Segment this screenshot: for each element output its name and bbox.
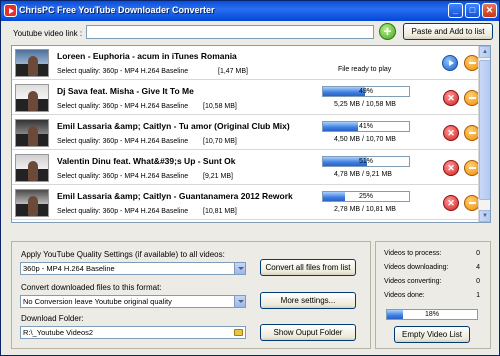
progress-percent: 25% — [358, 193, 373, 200]
video-row[interactable]: Valentin Dinu feat. What&#39;s Up - Sunt… — [12, 151, 480, 185]
done-label: Videos done: — [384, 292, 425, 299]
convert-all-button[interactable]: Convert all files from list — [260, 259, 356, 276]
progress-sizes: 4,78 MB / 9,21 MB — [334, 171, 392, 178]
download-folder-value: R:\_Youtube Videos2 — [23, 328, 94, 337]
scroll-down-arrow-icon[interactable]: ▼ — [479, 210, 490, 222]
video-quality-select[interactable]: Select quality: 360p - MP4 H.264 Baselin… — [57, 68, 188, 75]
video-thumbnail — [15, 84, 49, 112]
to-process-value: 0 — [476, 250, 480, 257]
video-link-label: Youtube video link : — [13, 29, 83, 38]
to-process-label: Videos to process: — [384, 250, 442, 257]
downloading-value: 4 — [476, 264, 480, 271]
video-size: [10,58 MB] — [203, 103, 237, 110]
video-list[interactable]: Loreen - Euphoria - acum in iTunes Roman… — [11, 45, 491, 223]
converting-value: 0 — [476, 278, 480, 285]
quality-dropdown-value: 360p - MP4 H.264 Baseline — [23, 264, 115, 273]
more-settings-button[interactable]: More settings... — [260, 292, 356, 309]
video-status: File ready to play — [338, 66, 392, 73]
show-output-folder-button[interactable]: Show Ouput Folder — [260, 324, 356, 341]
add-link-button[interactable]: + — [379, 23, 396, 40]
paste-and-add-button[interactable]: Paste and Add to list — [403, 23, 493, 40]
video-quality-select[interactable]: Select quality: 360p - MP4 H.264 Baselin… — [57, 173, 188, 180]
cancel-icon[interactable]: ✕ — [443, 125, 459, 141]
app-window: ChrisPC Free YouTube Downloader Converte… — [0, 0, 500, 356]
format-dropdown[interactable]: No Conversion leave Youtube original qua… — [20, 295, 246, 308]
quality-dropdown[interactable]: 360p - MP4 H.264 Baseline — [20, 262, 246, 275]
download-folder-label: Download Folder: — [21, 314, 84, 323]
video-thumbnail — [15, 154, 49, 182]
video-link-input[interactable] — [86, 25, 374, 39]
video-thumbnail — [15, 49, 49, 77]
empty-video-list-button[interactable]: Empty Video List — [394, 326, 470, 343]
progress-sizes: 5,25 MB / 10,58 MB — [334, 101, 396, 108]
video-title: Dj Sava feat. Misha - Give It To Me — [57, 86, 194, 96]
video-quality-select[interactable]: Select quality: 360p - MP4 H.264 Baselin… — [57, 103, 188, 110]
video-row[interactable]: Dj Sava feat. Misha - Give It To Me Sele… — [12, 81, 480, 115]
download-progress-bar: 25% — [322, 191, 410, 202]
settings-panel: Apply YouTube Quality Settings (if avail… — [11, 241, 371, 349]
cancel-icon[interactable]: ✕ — [443, 90, 459, 106]
video-thumbnail — [15, 119, 49, 147]
progress-percent: 51% — [358, 158, 373, 165]
video-title: Emil Lassaria &amp; Caitlyn - Tu amor (O… — [57, 121, 290, 131]
video-quality-select[interactable]: Select quality: 360p - MP4 H.264 Baselin… — [57, 138, 188, 145]
video-size: [9,21 MB] — [203, 173, 233, 180]
scroll-up-arrow-icon[interactable]: ▲ — [479, 46, 490, 58]
video-size: [1,47 MB] — [218, 68, 248, 75]
youtube-app-icon — [4, 4, 17, 17]
close-button[interactable]: ✕ — [482, 3, 497, 18]
total-progress-bar: 18% — [386, 309, 478, 320]
title-bar[interactable]: ChrisPC Free YouTube Downloader Converte… — [1, 1, 499, 21]
chevron-down-icon[interactable] — [234, 296, 245, 307]
scroll-thumb[interactable] — [479, 60, 490, 200]
minimize-button[interactable]: _ — [448, 3, 463, 18]
cancel-icon[interactable]: ✕ — [443, 160, 459, 176]
stats-panel: Videos to process: 0 Videos downloading:… — [375, 241, 491, 349]
download-progress-bar: 41% — [322, 121, 410, 132]
video-title: Valentin Dinu feat. What&#39;s Up - Sunt… — [57, 156, 236, 166]
download-folder-field[interactable]: R:\_Youtube Videos2 — [20, 326, 246, 339]
video-row[interactable]: Emil Lassaria &amp; Caitlyn - Guantaname… — [12, 186, 480, 220]
maximize-button[interactable]: □ — [465, 3, 480, 18]
video-title: Loreen - Euphoria - acum in iTunes Roman… — [57, 51, 237, 61]
progress-sizes: 2,78 MB / 10,81 MB — [334, 206, 396, 213]
window-title: ChrisPC Free YouTube Downloader Converte… — [19, 5, 215, 15]
done-value: 1 — [476, 292, 480, 299]
video-quality-select[interactable]: Select quality: 360p - MP4 H.264 Baselin… — [57, 208, 188, 215]
progress-percent: 49% — [358, 88, 373, 95]
total-progress-percent: 18% — [424, 311, 439, 318]
video-thumbnail — [15, 189, 49, 217]
play-icon[interactable] — [442, 55, 458, 71]
chevron-down-icon[interactable] — [234, 263, 245, 274]
converting-label: Videos converting: — [384, 278, 442, 285]
progress-sizes: 4,50 MB / 10,70 MB — [334, 136, 396, 143]
video-title: Emil Lassaria &amp; Caitlyn - Guantaname… — [57, 191, 293, 201]
downloading-label: Videos downloading: — [384, 264, 449, 271]
video-size: [10,81 MB] — [203, 208, 237, 215]
download-progress-bar: 51% — [322, 156, 410, 167]
download-progress-bar: 49% — [322, 86, 410, 97]
cancel-icon[interactable]: ✕ — [443, 195, 459, 211]
progress-percent: 41% — [358, 123, 373, 130]
folder-browse-icon[interactable] — [234, 329, 243, 336]
list-scrollbar[interactable]: ▲ ▼ — [478, 46, 490, 222]
video-size: [10,70 MB] — [203, 138, 237, 145]
format-dropdown-value: No Conversion leave Youtube original qua… — [23, 297, 172, 306]
format-label: Convert downloaded files to this format: — [21, 283, 162, 292]
video-row[interactable]: Loreen - Euphoria - acum in iTunes Roman… — [12, 46, 480, 80]
video-row[interactable]: Emil Lassaria &amp; Caitlyn - Tu amor (O… — [12, 116, 480, 150]
quality-settings-label: Apply YouTube Quality Settings (if avail… — [21, 250, 225, 259]
